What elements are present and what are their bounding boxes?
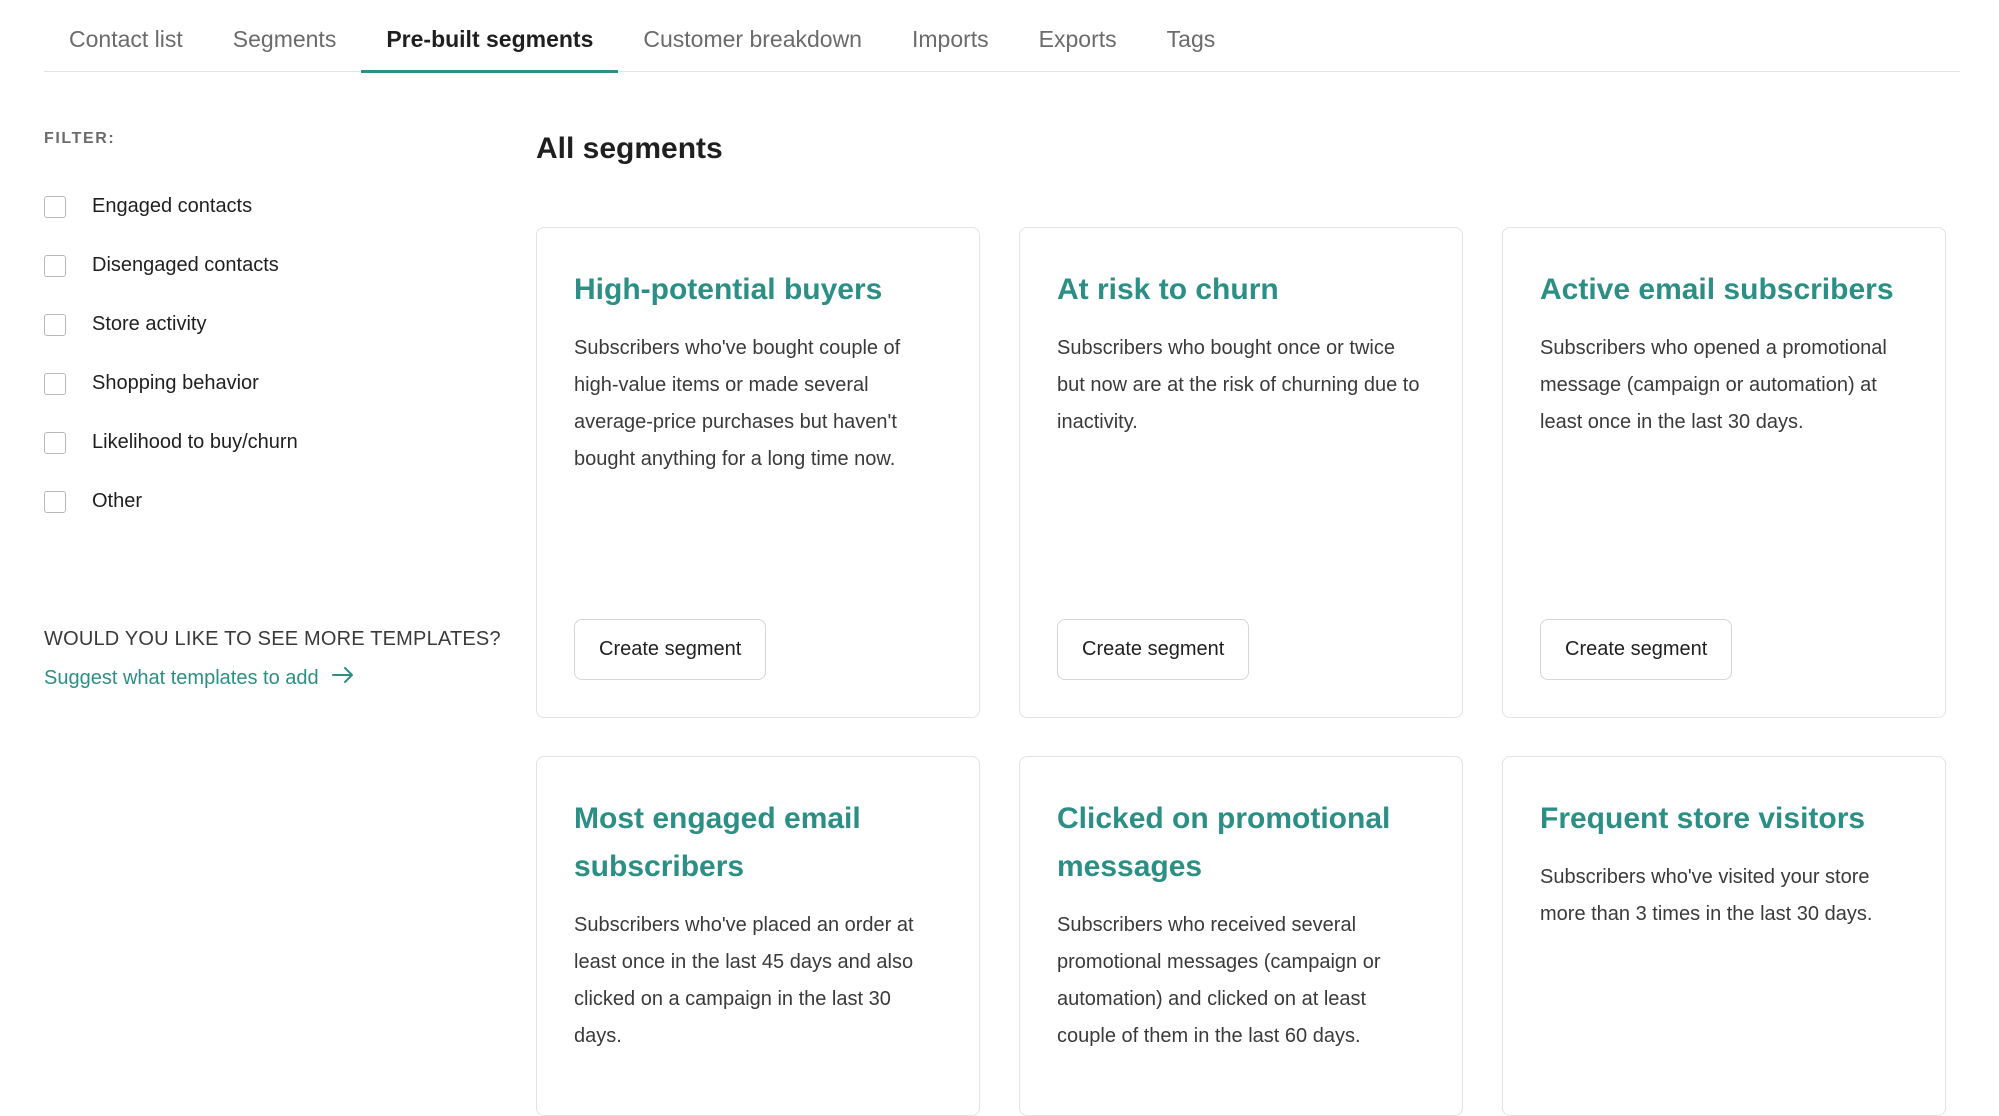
card-description: Subscribers who've visited your store mo… [1540,866,1873,925]
create-segment-button[interactable]: Create segment [1540,619,1733,680]
filter-heading: FILTER: [44,130,116,147]
suggest-link-label: Suggest what templates to add [44,666,319,689]
card-description: Subscribers who received several promoti… [1057,914,1381,1047]
segment-card-clicked-on-promotional-messages: Clicked on promotional messages Subscrib… [1019,756,1463,1116]
filter-likelihood-to-buy-churn[interactable]: Likelihood to buy/churn [44,412,484,473]
segment-card-frequent-store-visitors: Frequent store visitors Subscribers who'… [1502,756,1946,1116]
suggest-templates-link[interactable]: Suggest what templates to add [44,666,355,690]
create-segment-button[interactable]: Create segment [1057,619,1250,680]
tab-contact-list[interactable]: Contact list [44,0,208,72]
filter-label: Engaged contacts [92,195,253,217]
card-title: High-potential buyers [574,273,883,306]
arrow-right-icon [331,666,355,690]
create-segment-button[interactable]: Create segment [574,619,767,680]
card-description: Subscribers who've placed an order at le… [574,914,914,1047]
filter-store-activity[interactable]: Store activity [44,294,484,355]
filter-other[interactable]: Other [44,471,484,532]
page-title: All segments [536,132,723,165]
card-title: Frequent store visitors [1540,802,1866,835]
checkbox[interactable] [44,490,66,513]
card-title: Clicked on promotional messages [1057,802,1391,883]
filter-label: Shopping behavior [92,372,259,394]
tab-bar: Contact list Segments Pre-built segments… [44,0,1960,73]
checkbox[interactable] [44,254,66,277]
card-description: Subscribers who've bought couple of high… [574,337,901,470]
segment-card-most-engaged-email-subscribers: Most engaged email subscribers Subscribe… [536,756,980,1116]
tab-segments[interactable]: Segments [208,0,362,72]
segment-card-active-email-subscribers: Active email subscribers Subscribers who… [1502,227,1946,718]
segment-card-at-risk-to-churn: At risk to churn Subscribers who bought … [1019,227,1463,718]
tab-customer-breakdown[interactable]: Customer breakdown [618,0,887,72]
checkbox[interactable] [44,431,66,454]
tab-imports[interactable]: Imports [887,0,1014,72]
tab-exports[interactable]: Exports [1014,0,1142,72]
card-title: Most engaged email subscribers [574,802,861,883]
filter-sidebar: FILTER: Engaged contacts Disengaged cont… [44,130,501,689]
segment-card-high-potential-buyers: High-potential buyers Subscribers who've… [536,227,980,718]
checkbox[interactable] [44,195,66,218]
filter-label: Disengaged contacts [92,254,279,276]
tab-tags[interactable]: Tags [1142,0,1241,72]
card-title: At risk to churn [1057,273,1279,306]
filter-shopping-behavior[interactable]: Shopping behavior [44,353,484,414]
tab-pre-built-segments[interactable]: Pre-built segments [361,0,619,73]
filter-label: Likelihood to buy/churn [92,431,298,453]
filter-label: Other [92,490,143,512]
filter-engaged-contacts[interactable]: Engaged contacts [44,176,484,237]
filter-label: Store activity [92,313,207,335]
filter-disengaged-contacts[interactable]: Disengaged contacts [44,235,484,296]
card-title: Active email subscribers [1540,273,1894,306]
checkbox[interactable] [44,372,66,395]
more-templates-heading: WOULD YOU LIKE TO SEE MORE TEMPLATES? [44,628,501,650]
card-description: Subscribers who bought once or twice but… [1057,337,1420,433]
card-description: Subscribers who opened a promotional mes… [1540,337,1887,433]
checkbox[interactable] [44,313,66,336]
